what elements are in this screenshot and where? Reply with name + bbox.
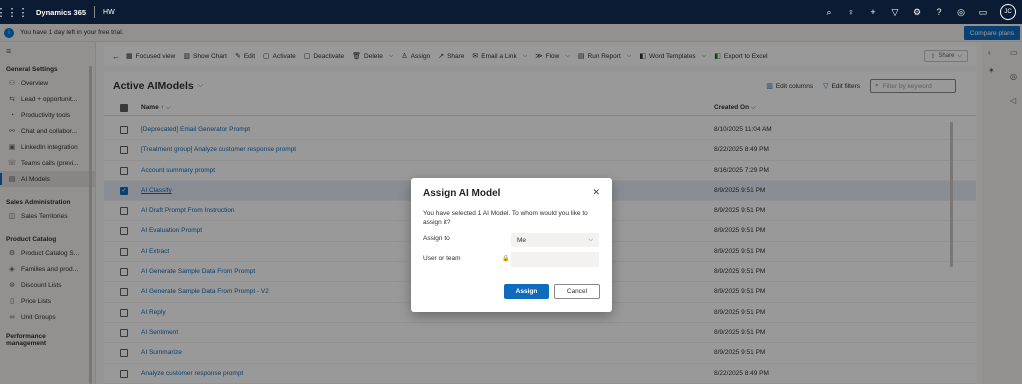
assign-to-value: Me xyxy=(517,236,527,244)
help-icon[interactable]: ? xyxy=(928,0,950,24)
assign-to-select[interactable]: Me ⌵ xyxy=(511,233,599,247)
chevron-down-icon: ⌵ xyxy=(588,236,593,243)
avatar[interactable]: JC xyxy=(1000,4,1016,20)
lightbulb-icon[interactable]: ♀ xyxy=(840,0,862,24)
filter-icon[interactable]: ▽ xyxy=(884,0,906,24)
close-icon[interactable]: ✕ xyxy=(592,187,600,198)
assign-dialog: Assign AI Model ✕ You have selected 1 AI… xyxy=(411,178,612,312)
copilot-icon[interactable]: ◎ xyxy=(950,0,972,24)
dialog-message: You have selected 1 AI Model. To whom wo… xyxy=(423,210,588,226)
dialog-title: Assign AI Model xyxy=(423,188,501,199)
lock-icon: 🔒 xyxy=(502,256,510,262)
user-team-label: User or team xyxy=(423,255,461,262)
gear-icon[interactable]: ⚙ xyxy=(906,0,928,24)
search-icon[interactable]: ⌕ xyxy=(818,0,840,24)
cancel-button[interactable]: Cancel xyxy=(554,284,600,299)
assign-button[interactable]: Assign xyxy=(504,284,549,299)
environment-name: HW xyxy=(103,8,115,16)
user-team-input[interactable] xyxy=(511,252,599,267)
top-navigation-bar: ⋮⋮⋮ Dynamics 365 HW ⌕ ♀ + ▽ ⚙ ? ◎ ▭ JC xyxy=(0,0,1022,24)
chat-icon[interactable]: ▭ xyxy=(972,0,994,24)
divider xyxy=(94,6,96,18)
top-icons: ⌕ ♀ + ▽ ⚙ ? ◎ ▭ JC xyxy=(818,0,1022,24)
assign-to-label: Assign to xyxy=(423,235,450,242)
plus-icon[interactable]: + xyxy=(862,0,884,24)
app-launcher-icon[interactable]: ⋮⋮⋮ xyxy=(0,0,29,24)
app-name[interactable]: Dynamics 365 xyxy=(36,8,86,17)
